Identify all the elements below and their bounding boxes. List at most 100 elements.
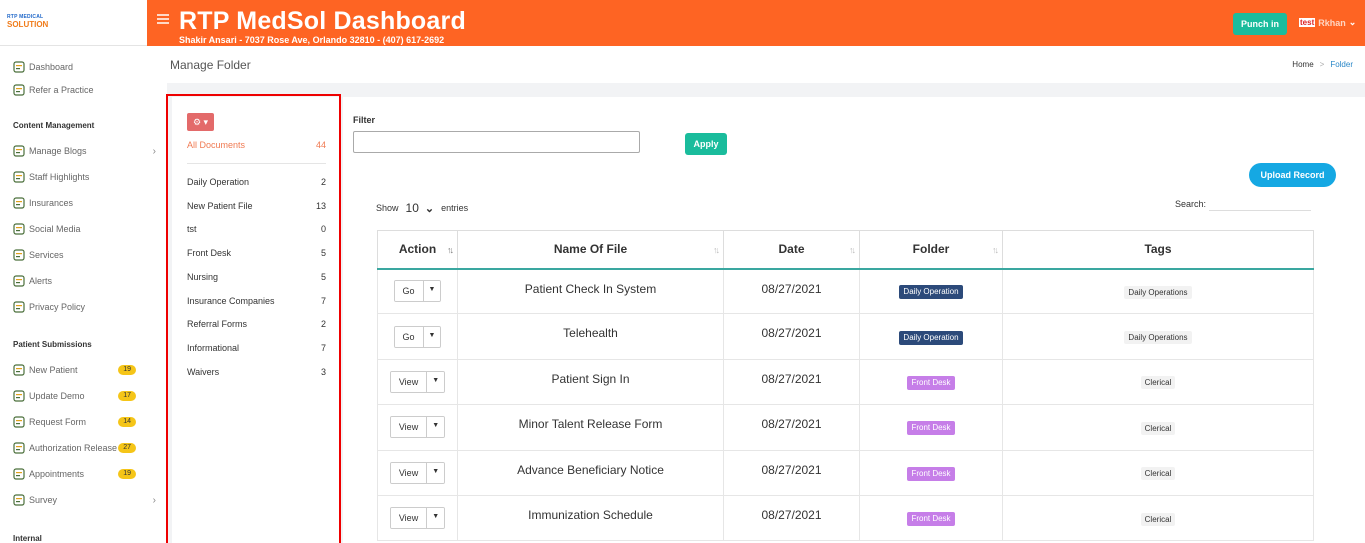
- folder-item[interactable]: Insurance Companies 7: [187, 296, 326, 306]
- folder-item[interactable]: Referral Forms 2: [187, 319, 326, 329]
- action-button-group[interactable]: View ▼: [389, 507, 446, 530]
- action-button[interactable]: View: [390, 508, 428, 529]
- folder-count: 13: [315, 200, 326, 211]
- sidebar-item-label: Alerts: [29, 276, 53, 286]
- sidebar-item[interactable]: Alerts: [12, 274, 160, 288]
- column-date-label: Date: [778, 242, 805, 257]
- calendar-icon: [12, 468, 25, 481]
- page-header: Manage Folder Home > Folder: [167, 46, 1365, 83]
- sidebar-item-label: Request Form: [29, 417, 87, 427]
- all-documents-link[interactable]: All Documents 44: [187, 140, 326, 150]
- punch-in-button[interactable]: Punch in: [1233, 13, 1287, 35]
- sidebar-item[interactable]: Update Demo 17: [12, 389, 160, 403]
- count-badge: 27: [118, 443, 136, 453]
- table-row: View ▼ Patient Sign In 08/27/2021 Front Desk…: [377, 358, 1314, 406]
- column-action[interactable]: Action ↑↓: [377, 230, 458, 270]
- hamburger-icon[interactable]: [157, 14, 169, 24]
- column-name[interactable]: Name Of File ↑↓: [457, 230, 724, 270]
- column-date[interactable]: Date ↑↓: [723, 230, 860, 270]
- action-button[interactable]: Go: [394, 281, 424, 302]
- breadcrumb-current: Folder: [1330, 60, 1353, 69]
- sidebar-item[interactable]: Appointments 19: [12, 467, 160, 481]
- action-cell: Go ▼: [377, 313, 458, 360]
- gift-icon: [12, 84, 25, 97]
- sidebar-item[interactable]: Refer a Practice: [12, 83, 160, 97]
- caret-down-icon[interactable]: ▼: [423, 326, 441, 347]
- search-input[interactable]: [1209, 197, 1312, 211]
- folder-item[interactable]: Informational 7: [187, 343, 326, 353]
- sidebar-item-label: Update Demo: [29, 391, 85, 401]
- sidebar-item[interactable]: Manage Blogs ›: [12, 144, 160, 158]
- table-row: View ▼ Advance Beneficiary Notice 08/27/202…: [377, 449, 1314, 496]
- services-icon: [12, 249, 25, 262]
- folder-cell: Front Desk: [859, 404, 1003, 451]
- folder-name: Waivers: [187, 366, 220, 377]
- file-name: Minor Talent Release Form: [457, 404, 724, 451]
- sidebar-item[interactable]: Social Media: [12, 222, 160, 236]
- sidebar-item[interactable]: Insurances: [12, 196, 160, 210]
- folder-item[interactable]: Waivers 3: [187, 367, 326, 377]
- logo[interactable]: RTP MEDICAL SOLUTION: [7, 14, 51, 30]
- caret-down-icon[interactable]: ▼: [427, 462, 445, 483]
- column-folder[interactable]: Folder ↑↓: [859, 230, 1003, 270]
- apply-button[interactable]: Apply: [685, 133, 727, 155]
- sidebar-item[interactable]: Staff Highlights: [12, 170, 160, 184]
- all-documents-label: All Documents: [187, 140, 246, 150]
- folder-name: Insurance Companies: [187, 295, 275, 306]
- folder-badge: Front Desk: [907, 421, 955, 436]
- action-button[interactable]: Go: [394, 326, 424, 347]
- sidebar-item[interactable]: New Patient 19: [12, 363, 160, 377]
- sidebar-item-label: Privacy Policy: [29, 302, 86, 312]
- file-name: Patient Sign In: [457, 358, 724, 406]
- caret-down-icon[interactable]: ▼: [427, 508, 445, 529]
- sort-icon: ↑↓: [447, 245, 454, 255]
- sidebar-item[interactable]: Dashboard: [12, 60, 160, 74]
- entries-label: entries: [441, 203, 469, 213]
- sidebar-item[interactable]: Survey ›: [12, 493, 160, 507]
- caret-down-icon[interactable]: ▼: [427, 417, 445, 438]
- folder-item[interactable]: tst 0: [187, 224, 326, 234]
- caret-down-icon[interactable]: ▼: [423, 281, 441, 302]
- action-button[interactable]: View: [390, 417, 428, 438]
- folder-item[interactable]: Nursing 5: [187, 272, 326, 282]
- user-menu[interactable]: test Rkhan ⌄: [1299, 17, 1356, 28]
- breadcrumb-home[interactable]: Home: [1292, 60, 1313, 69]
- folder-name: tst: [187, 224, 197, 235]
- file-date: 08/27/2021: [723, 449, 860, 496]
- action-button-group[interactable]: View ▼: [389, 370, 446, 393]
- folder-name: New Patient File: [187, 200, 253, 211]
- folder-item[interactable]: Daily Operation 2: [187, 177, 326, 187]
- entries-select[interactable]: 10 ⌄: [406, 201, 435, 215]
- action-button[interactable]: View: [390, 462, 428, 483]
- folder-item[interactable]: New Patient File 13: [187, 201, 326, 211]
- tag-badge: Clerical: [1140, 512, 1176, 526]
- filter-input[interactable]: [353, 131, 640, 153]
- sidebar-item[interactable]: Authorization Release 27: [12, 441, 160, 455]
- documents-table: Action ↑↓ Name Of File ↑↓ Date ↑↓ Folder ↑↓ …: [377, 230, 1314, 542]
- sidebar-item[interactable]: Request Form 14: [12, 415, 160, 429]
- caret-down-icon[interactable]: ▼: [427, 371, 445, 392]
- column-folder-label: Folder: [912, 242, 950, 257]
- action-cell: Go ▼: [377, 267, 458, 315]
- action-button[interactable]: View: [390, 371, 428, 392]
- column-tags-label: Tags: [1144, 242, 1172, 257]
- folder-settings-button[interactable]: ⚙ ▾: [187, 113, 214, 131]
- action-button-group[interactable]: Go ▼: [393, 280, 442, 303]
- upload-record-button[interactable]: Upload Record: [1249, 163, 1336, 187]
- folder-item[interactable]: Front Desk 5: [187, 248, 326, 258]
- folder-count: 0: [320, 224, 326, 235]
- action-button-group[interactable]: View ▼: [389, 461, 446, 484]
- file-date: 08/27/2021: [723, 267, 860, 315]
- action-cell: View ▼: [377, 358, 458, 406]
- folder-name: Nursing: [187, 271, 219, 282]
- clipboard-icon: [12, 364, 25, 377]
- count-badge: 19: [118, 365, 136, 375]
- tags-cell: Daily Operations: [1002, 267, 1314, 315]
- sidebar-item[interactable]: Services: [12, 248, 160, 262]
- folder-badge: Daily Operation: [899, 285, 963, 300]
- tag-badge: Clerical: [1140, 467, 1176, 481]
- action-button-group[interactable]: Go ▼: [393, 325, 442, 348]
- breadcrumb: Home > Folder: [1292, 60, 1353, 69]
- action-button-group[interactable]: View ▼: [389, 416, 446, 439]
- sidebar-item[interactable]: Privacy Policy: [12, 300, 160, 314]
